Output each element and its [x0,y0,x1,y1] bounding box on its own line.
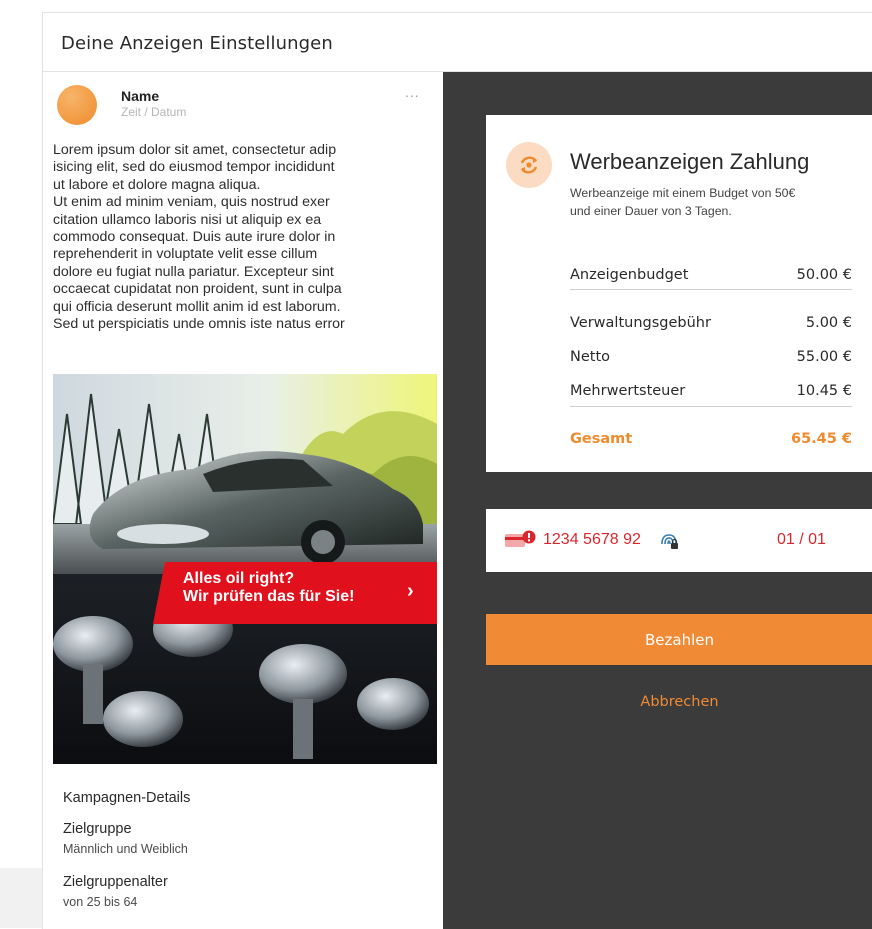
row-label: Netto [570,349,611,365]
row-label: Verwaltungsgebühr [570,315,711,331]
pay-button[interactable]: Bezahlen [486,614,872,665]
chevron-right-icon[interactable]: › [407,580,414,603]
row-admin-fee: Verwaltungsgebühr 5.00 € [570,315,852,339]
row-total: Gesamt 65.45 € [570,431,852,455]
row-label: Mehrwertsteuer [570,383,686,399]
ad-settings-window: Deine Anzeigen Einstellungen Name Zeit /… [42,12,872,929]
background-gray-area [0,868,42,928]
row-vat: Mehrwertsteuer 10.45 € [570,383,852,407]
campaign-details-heading: Kampagnen-Details [63,790,191,806]
payment-card-row[interactable]: 1234 5678 92 01 / 01 [486,509,872,572]
cancel-link[interactable]: Abbrechen [486,694,872,710]
payment-summary-card: Werbeanzeigen Zahlung Werbeanzeige mit e… [486,115,872,472]
row-divider [570,289,852,290]
post-text-line: citation ullamco laboris nisi ut aliquip… [53,211,322,228]
post-text-line: ut labore et dolore magna aliqua. [53,176,261,193]
post-timestamp: Zeit / Datum [121,105,187,119]
target-group-label: Zielgruppe [63,821,132,837]
exchange-icon [506,142,552,188]
post-text-line: dolore eu fugiat nulla pariatur. Excepte… [53,263,334,280]
ad-banner-line: Alles oil right? [183,570,295,587]
post-preview-panel: Name Zeit / Datum ... Lorem ipsum dolor … [43,72,443,929]
post-text-line: commodo consequat. Duis aute irure dolor… [53,229,336,246]
card-number: 1234 5678 92 [543,531,641,548]
post-text: Lorem ipsum dolor sit amet, consectetur … [53,142,428,333]
post-text-line: isicing elit, sed do eiusmod tempor inci… [53,159,335,176]
post-text-line: Lorem ipsum dolor sit amet, consectetur … [53,142,337,158]
row-value: 55.00 € [796,349,852,365]
target-age-label: Zielgruppenalter [63,874,168,890]
card-count: 01 / 01 [777,531,826,548]
row-value: 10.45 € [796,383,852,399]
fingerprint-lock-icon [661,534,678,549]
post-text-line: Sed ut perspiciatis unde omnis iste natu… [53,316,345,333]
post-text-line: Ut enim ad minim veniam, quis nostrud ex… [53,194,330,211]
more-icon[interactable]: ... [405,84,420,100]
ad-banner-line: Wir prüfen das für Sie! [183,588,355,605]
target-group-value: Männlich und Weiblich [63,842,188,856]
ad-creative-image: Alles oil right? Wir prüfen das für Sie!… [53,374,437,764]
post-author-name: Name [121,88,160,104]
row-label: Anzeigenbudget [570,267,689,283]
ad-banner-text: Alles oil right? Wir prüfen das für Sie! [183,570,354,606]
total-value: 65.45 € [790,431,852,447]
post-text-line: qui officia deserunt mollit anim id est … [53,298,341,315]
card-error-icon [505,530,536,547]
post-text-line: reprehenderit in voluptate velit esse ci… [53,246,318,263]
row-net: Netto 55.00 € [570,349,852,373]
row-value: 5.00 € [805,315,852,331]
payment-subtitle-line: und einer Dauer von 3 Tagen. [570,204,732,218]
payment-panel: Werbeanzeigen Zahlung Werbeanzeige mit e… [443,72,872,929]
window-title: Deine Anzeigen Einstellungen [61,33,333,54]
row-value: 50.00 € [796,267,852,283]
post-text-line: occaecat cupidatat non proident, sunt in… [53,281,342,298]
payment-title: Werbeanzeigen Zahlung [570,149,810,174]
avatar [57,85,97,125]
total-label: Gesamt [570,431,633,447]
target-age-value: von 25 bis 64 [63,895,138,909]
payment-subtitle: Werbeanzeige mit einem Budget von 50€ un… [570,184,860,220]
row-divider [570,406,852,407]
row-ad-budget: Anzeigenbudget 50.00 € [570,267,852,291]
payment-subtitle-line: Werbeanzeige mit einem Budget von 50€ [570,186,796,200]
